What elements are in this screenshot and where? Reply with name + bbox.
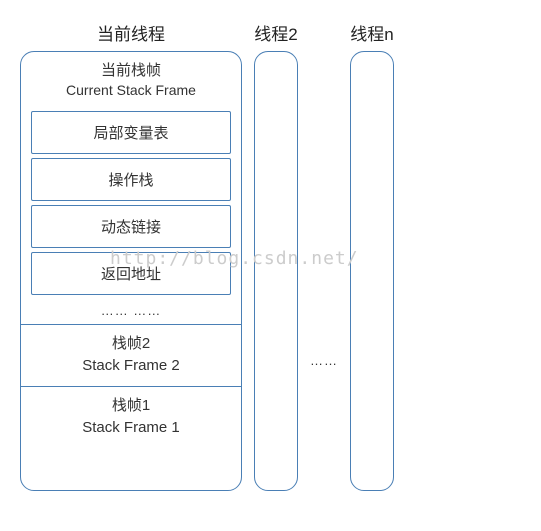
thread2-box (254, 51, 298, 491)
stack-frame-1: 栈帧1 Stack Frame 1 (29, 387, 233, 448)
dynamic-link-box: 动态链接 (31, 205, 231, 248)
threadn-column: 线程n (350, 20, 394, 491)
return-address-box: 返回地址 (31, 252, 231, 295)
threads-ellipsis: …… (310, 353, 338, 368)
current-frame-header: 当前栈帧 Current Stack Frame (29, 58, 233, 107)
threadn-box (350, 51, 394, 491)
current-frame-label-cn: 当前栈帧 (29, 60, 233, 81)
stack-frame-2: 栈帧2 Stack Frame 2 (29, 325, 233, 386)
frame1-label-en: Stack Frame 1 (29, 417, 233, 440)
threadn-title: 线程n (350, 20, 393, 45)
frame2-label-cn: 栈帧2 (29, 333, 233, 356)
current-frame-label-en: Current Stack Frame (29, 81, 233, 101)
frame2-label-en: Stack Frame 2 (29, 355, 233, 378)
current-thread-column: 当前线程 当前栈帧 Current Stack Frame 局部变量表 操作栈 … (20, 20, 242, 491)
local-variables-box: 局部变量表 (31, 111, 231, 154)
frame1-label-cn: 栈帧1 (29, 395, 233, 418)
operand-stack-box: 操作栈 (31, 158, 231, 201)
diagram-container: 当前线程 当前栈帧 Current Stack Frame 局部变量表 操作栈 … (20, 20, 521, 491)
current-thread-title: 当前线程 (97, 20, 165, 45)
current-thread-box: 当前栈帧 Current Stack Frame 局部变量表 操作栈 动态链接 … (20, 51, 242, 491)
thread2-title: 线程2 (254, 20, 297, 45)
frame-ellipsis: …… …… (29, 299, 233, 324)
thread2-column: 线程2 (254, 20, 298, 491)
